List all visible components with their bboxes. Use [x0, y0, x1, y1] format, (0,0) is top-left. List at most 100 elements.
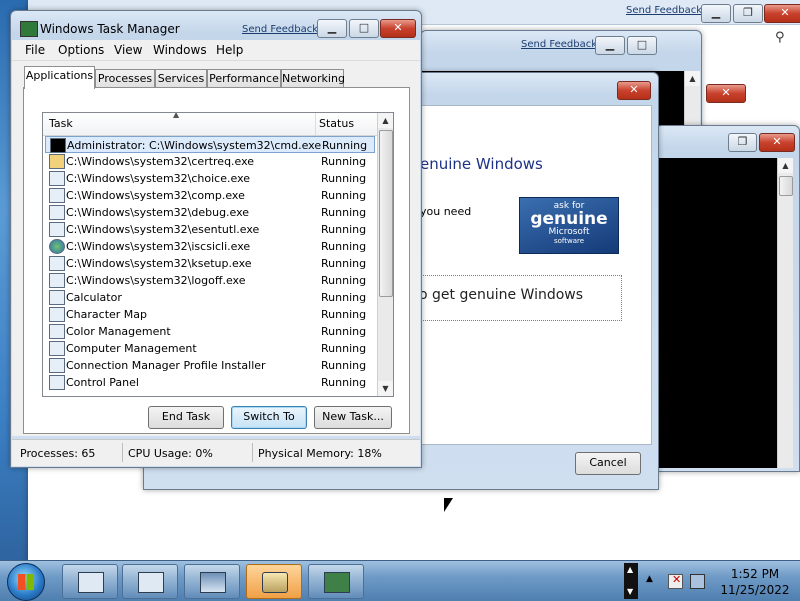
table-row[interactable]: Character Map Running — [45, 306, 375, 323]
table-row[interactable]: Administrator: C:\Windows\system32\cmd.e… — [45, 136, 375, 153]
end-task-button[interactable]: End Task — [148, 406, 224, 429]
task-name: Computer Management — [66, 342, 197, 355]
taskbar-button-network[interactable] — [184, 564, 240, 599]
scroll-up-icon[interactable]: ▲ — [685, 71, 700, 86]
task-name: C:\Windows\system32\iscsicli.exe — [66, 240, 251, 253]
task-name: C:\Windows\system32\debug.exe — [66, 206, 250, 219]
table-row[interactable]: C:\Windows\system32\iscsicli.exe Running — [45, 238, 375, 255]
table-row[interactable]: Connection Manager Profile Installer Runn… — [45, 357, 375, 374]
calculator-icon — [49, 290, 65, 305]
task-name: Color Management — [66, 325, 171, 338]
tab-services[interactable]: Services — [155, 69, 207, 88]
status-divider — [122, 443, 123, 462]
start-button[interactable] — [7, 563, 45, 601]
menu-file[interactable]: File — [25, 43, 45, 57]
cmd-icon — [50, 138, 66, 153]
scroll-up-icon[interactable]: ▲ — [378, 113, 393, 128]
window-icon — [49, 171, 65, 186]
console-output[interactable] — [657, 158, 777, 468]
menu-bar: File Options View Windows Help — [12, 40, 420, 61]
restore-icon: ❐ — [737, 135, 748, 148]
task-status: Running — [321, 342, 367, 355]
tab-networking[interactable]: Networking — [281, 69, 345, 88]
search-icon[interactable]: ⚲ — [775, 30, 785, 45]
minimize-button[interactable]: ▁ — [595, 36, 625, 55]
scroll-thumb[interactable] — [379, 130, 393, 297]
column-header-status[interactable]: Status — [319, 117, 354, 130]
column-divider[interactable] — [315, 113, 316, 135]
taskbar-button-task-manager[interactable] — [308, 564, 364, 599]
table-row[interactable]: C:\Windows\system32\ksetup.exe Running — [45, 255, 375, 272]
close-button[interactable]: ✕ — [706, 84, 746, 103]
maximize-button[interactable]: □ — [349, 19, 379, 38]
menu-options[interactable]: Options — [58, 43, 104, 57]
close-button[interactable]: ✕ — [764, 4, 800, 23]
scroll-thumb[interactable] — [779, 176, 793, 196]
minimize-button[interactable]: ▁ — [317, 19, 347, 38]
vertical-scrollbar[interactable]: ▲ ▼ — [377, 113, 393, 396]
send-feedback-link[interactable]: Send Feedback — [521, 39, 597, 50]
scroll-down-icon[interactable]: ▼ — [378, 381, 393, 396]
dialog-text: you need — [420, 205, 472, 218]
close-button[interactable]: ✕ — [759, 133, 795, 152]
get-genuine-link[interactable]: o get genuine Windows — [414, 275, 622, 321]
switch-to-button[interactable]: Switch To — [231, 406, 307, 429]
task-status: Running — [321, 359, 367, 372]
control-panel-icon — [49, 375, 65, 390]
menu-help[interactable]: Help — [216, 43, 243, 57]
table-row[interactable]: Calculator Running — [45, 289, 375, 306]
table-row[interactable]: C:\Windows\system32\choice.exe Running — [45, 170, 375, 187]
task-status: Running — [321, 257, 367, 270]
maximize-button[interactable]: □ — [627, 36, 657, 55]
taskbar-button-window-2[interactable] — [122, 564, 178, 599]
table-row[interactable]: C:\Windows\system32\esentutl.exe Running — [45, 221, 375, 238]
close-button[interactable]: ✕ — [380, 19, 416, 38]
send-feedback-link[interactable]: Send Feedback — [242, 24, 318, 35]
task-name: Character Map — [66, 308, 148, 321]
taskbar-button-window-1[interactable] — [62, 564, 118, 599]
tab-processes[interactable]: Processes — [95, 69, 155, 88]
list-header: ▲ Task Status — [43, 113, 377, 136]
menu-view[interactable]: View — [114, 43, 142, 57]
taskbar-button-drive[interactable] — [246, 564, 302, 599]
table-row[interactable]: Computer Management Running — [45, 340, 375, 357]
pager-up-icon[interactable]: ▲ — [627, 565, 633, 574]
tab-applications[interactable]: Applications — [24, 66, 95, 89]
task-name: Connection Manager Profile Installer — [66, 359, 266, 372]
task-manager-window: Windows Task Manager Send Feedback ▁ □ ✕… — [10, 10, 422, 468]
network-tray-icon[interactable] — [690, 574, 705, 589]
minimize-button[interactable]: ▁ — [701, 4, 731, 23]
menu-windows[interactable]: Windows — [153, 43, 207, 57]
applications-list[interactable]: ▲ Task Status Administrator: C:\Windows\… — [42, 112, 394, 397]
column-header-task[interactable]: Task — [49, 117, 73, 130]
tab-performance[interactable]: Performance — [207, 69, 281, 88]
table-row[interactable]: C:\Windows\system32\certreq.exe Running — [45, 153, 375, 170]
table-row[interactable]: C:\Windows\system32\comp.exe Running — [45, 187, 375, 204]
maximize-button[interactable]: ❐ — [733, 4, 763, 23]
window-icon — [138, 572, 164, 593]
table-row[interactable]: C:\Windows\system32\logoff.exe Running — [45, 272, 375, 289]
cancel-button[interactable]: Cancel — [575, 452, 641, 475]
scroll-up-icon[interactable]: ▲ — [778, 158, 793, 173]
action-center-icon[interactable]: ✕ — [668, 573, 683, 589]
clock[interactable]: 1:52 PM 11/25/2022 — [710, 566, 800, 598]
task-name: Calculator — [66, 291, 122, 304]
table-row[interactable]: C:\Windows\system32\debug.exe Running — [45, 204, 375, 221]
show-hidden-icons-icon[interactable]: ▲ — [646, 574, 659, 587]
task-name: C:\Windows\system32\choice.exe — [66, 172, 251, 185]
character-map-icon — [49, 307, 65, 322]
restore-icon: ❐ — [743, 6, 753, 19]
task-status: Running — [322, 139, 368, 152]
new-task-button[interactable]: New Task... — [314, 406, 392, 429]
genuine-microsoft-logo: ask for genuine Microsoft software — [519, 197, 619, 254]
task-status: Running — [321, 240, 367, 253]
table-row[interactable]: Color Management Running — [45, 323, 375, 340]
send-feedback-link[interactable]: Send Feedback — [626, 5, 702, 16]
vertical-scrollbar[interactable]: ▲ — [777, 158, 793, 468]
maximize-button[interactable]: ❐ — [728, 133, 757, 152]
pager-down-icon[interactable]: ▼ — [627, 587, 633, 596]
taskbar-pager[interactable]: ▲ ▼ — [624, 563, 638, 599]
close-button[interactable]: ✕ — [617, 81, 651, 100]
taskbar: ▲ ▼ ▲ ✕ 1:52 PM 11/25/2022 — [0, 560, 800, 601]
table-row[interactable]: Control Panel Running — [45, 374, 375, 391]
